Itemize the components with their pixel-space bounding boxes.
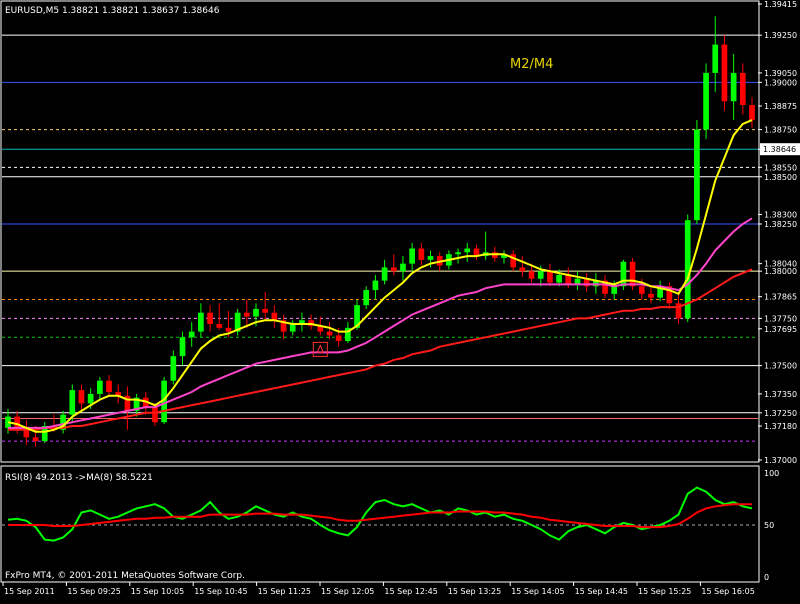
candle-body bbox=[78, 390, 85, 404]
price-label: 1.37350 bbox=[764, 390, 797, 399]
time-label: 15 Sep 10:45 bbox=[194, 587, 247, 596]
candle-body bbox=[390, 267, 397, 272]
candle-body bbox=[721, 44, 728, 102]
rsi-axis-label: 50 bbox=[764, 521, 774, 530]
candle-body bbox=[620, 261, 627, 287]
price-label: 1.37750 bbox=[764, 314, 797, 323]
price-label: 1.39415 bbox=[764, 0, 797, 9]
candle-body bbox=[326, 331, 333, 336]
time-label: 15 Sep 09:25 bbox=[67, 587, 120, 596]
candle-body bbox=[381, 267, 388, 281]
rsi-axis-label: 100 bbox=[764, 469, 779, 478]
candle-body bbox=[739, 72, 746, 106]
candle-body bbox=[243, 312, 250, 317]
candle-body bbox=[97, 380, 103, 394]
candle-body bbox=[179, 337, 186, 357]
chart-window: 1.39415 1.39250 1.39050 1.39000 1.38875 1.387… bbox=[0, 0, 800, 600]
time-label: 15 Sep 12:05 bbox=[321, 587, 374, 596]
candle-body bbox=[519, 267, 526, 272]
time-label: 15 Sep 12:45 bbox=[384, 587, 437, 596]
center-label: M2/M4 bbox=[510, 57, 553, 72]
candle-body bbox=[335, 335, 342, 342]
candle-body bbox=[703, 72, 709, 130]
time-label: 15 Sep 13:25 bbox=[448, 587, 501, 596]
price-label: 1.37000 bbox=[764, 456, 797, 465]
indicator-label: RSI(8) 49.2013 ->MA(8) 58.5221 bbox=[5, 473, 153, 483]
time-label: 15 Sep 16:05 bbox=[701, 587, 754, 596]
candle-body bbox=[372, 280, 379, 291]
price-label: 1.38250 bbox=[764, 220, 797, 229]
price-label: 1.38750 bbox=[764, 126, 797, 135]
price-label: 1.37695 bbox=[764, 325, 797, 334]
price-label: 1.38500 bbox=[764, 173, 797, 182]
price-label: 1.37180 bbox=[764, 422, 797, 431]
candle-body bbox=[648, 293, 654, 298]
candle-body bbox=[464, 248, 471, 253]
candle-body bbox=[69, 390, 76, 415]
candle-body bbox=[556, 274, 562, 283]
candle-body bbox=[225, 327, 232, 332]
time-label: 15 Sep 11:25 bbox=[258, 587, 311, 596]
price-label: 1.39250 bbox=[764, 31, 797, 40]
candle-body bbox=[547, 271, 553, 283]
time-label: 15 Sep 2011 bbox=[4, 587, 55, 596]
candle-body bbox=[32, 437, 39, 442]
candle-body bbox=[188, 331, 195, 338]
price-label: 1.39000 bbox=[764, 78, 797, 87]
candle-body bbox=[152, 407, 158, 423]
candle-body bbox=[207, 312, 213, 325]
candle-body bbox=[106, 380, 112, 393]
copyright-text: FxPro MT4, © 2001-2011 MetaQuotes Softwa… bbox=[5, 571, 245, 581]
candle-body bbox=[170, 356, 177, 381]
candle-body bbox=[262, 308, 269, 313]
price-label: 1.37500 bbox=[764, 362, 797, 371]
time-label: 15 Sep 14:05 bbox=[511, 587, 564, 596]
candle-body bbox=[198, 312, 204, 332]
candle-body bbox=[455, 252, 461, 255]
candle-body bbox=[400, 263, 406, 272]
candle-body bbox=[289, 324, 296, 332]
candle-body bbox=[537, 271, 544, 279]
candle-body bbox=[363, 290, 370, 306]
price-label: 1.39050 bbox=[764, 69, 797, 78]
candle-body bbox=[418, 248, 425, 260]
candle-body bbox=[712, 44, 719, 73]
time-label: 15 Sep 10:05 bbox=[131, 587, 184, 596]
rsi-axis-label: 0 bbox=[764, 573, 769, 582]
candle-body bbox=[638, 286, 645, 294]
time-label: 15 Sep 15:25 bbox=[638, 587, 691, 596]
time-label: 15 Sep 14:45 bbox=[575, 587, 628, 596]
candle-body bbox=[528, 271, 535, 279]
current-price-label: 1.38646 bbox=[763, 145, 796, 154]
price-label: 1.37250 bbox=[764, 409, 797, 418]
price-label: 1.38300 bbox=[764, 211, 797, 220]
candle-body bbox=[694, 129, 700, 221]
price-label: 1.37865 bbox=[764, 293, 797, 302]
price-label: 1.38875 bbox=[764, 102, 797, 111]
candle-body bbox=[14, 416, 21, 428]
candle-body bbox=[749, 105, 755, 121]
candle-body bbox=[611, 286, 618, 294]
candle-body bbox=[253, 308, 259, 317]
candle-body bbox=[629, 261, 636, 287]
candle-body bbox=[271, 312, 278, 321]
candle-body bbox=[427, 256, 434, 260]
symbol-header: EURUSD,M5 1.38821 1.38821 1.38637 1.3864… bbox=[5, 6, 220, 16]
candle-body bbox=[87, 393, 94, 404]
candle-body bbox=[730, 72, 737, 102]
price-label: 1.38000 bbox=[764, 267, 797, 276]
candle-body bbox=[216, 324, 223, 328]
price-label: 1.38550 bbox=[764, 163, 797, 172]
candle-body bbox=[409, 248, 415, 264]
